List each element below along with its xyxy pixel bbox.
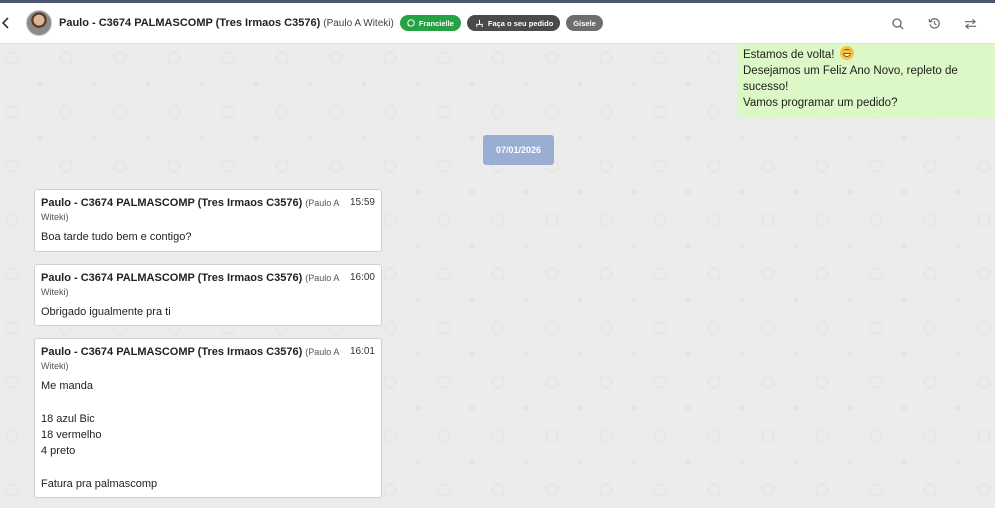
message-text: Boa tarde tudo bem e contigo? (41, 231, 192, 243)
contact-name: Paulo - C3674 PALMASCOMP (Tres Irmaos C3… (59, 17, 321, 29)
outgoing-line-1: Estamos de volta! (743, 49, 835, 61)
chat-header: Paulo - C3674 PALMASCOMP (Tres Irmaos C3… (0, 3, 995, 44)
history-icon (928, 18, 940, 29)
incoming-message: Paulo - C3674 PALMASCOMP (Tres Irmaos C3… (34, 264, 382, 326)
message-header: Paulo - C3674 PALMASCOMP (Tres Irmaos C3… (41, 271, 375, 299)
outgoing-line-2: Desejamos um Feliz Ano Novo, repleto de … (743, 65, 958, 93)
incoming-message: Paulo - C3674 PALMASCOMP (Tres Irmaos C3… (34, 189, 382, 252)
message-time: 16:00 (349, 272, 375, 283)
chevron-left-icon (1, 17, 9, 29)
history-button[interactable] (925, 15, 943, 33)
tag-label: Francielle (418, 18, 454, 28)
message-header: Paulo - C3674 PALMASCOMP (Tres Irmaos C3… (41, 345, 375, 373)
message-sender: Paulo - C3674 PALMASCOMP (Tres Irmaos C3… (41, 272, 303, 284)
message-sender: Paulo - C3674 PALMASCOMP (Tres Irmaos C3… (41, 197, 303, 209)
message-time: 16:01 (349, 346, 375, 357)
date-divider: 07/01/2026 (483, 135, 554, 165)
header-actions (889, 3, 979, 44)
tag-francielle[interactable]: Francielle (399, 15, 461, 31)
transfer-button[interactable] (961, 15, 979, 33)
search-button[interactable] (889, 15, 907, 33)
message-time: 15:59 (349, 197, 375, 208)
hierarchy-icon (476, 19, 483, 27)
whatsapp-icon (407, 19, 415, 27)
message-text: Obrigado igualmente pra ti (41, 306, 171, 318)
avatar[interactable] (26, 10, 52, 36)
contact-alias: (Paulo A Witeki) (323, 17, 394, 29)
incoming-message: Paulo - C3674 PALMASCOMP (Tres Irmaos C3… (34, 338, 382, 498)
chat-area[interactable]: Estamos de volta! Desejamos um Feliz Ano… (0, 44, 995, 508)
tag-label: Gisele (573, 18, 596, 28)
tag-label: Faça o seu pedido (487, 18, 554, 28)
outgoing-line-3: Vamos programar um pedido? (743, 97, 898, 109)
tag-gisele[interactable]: Gisele (566, 15, 603, 31)
message-sender: Paulo - C3674 PALMASCOMP (Tres Irmaos C3… (41, 346, 303, 358)
back-button[interactable] (0, 13, 10, 33)
message-text: Me manda 18 azul Bic 18 vermelho 4 preto… (41, 380, 158, 490)
message-header: Paulo - C3674 PALMASCOMP (Tres Irmaos C3… (41, 196, 375, 224)
tag-faca-o-seu-pedido[interactable]: Faça o seu pedido (466, 15, 561, 31)
grinning-face-icon (839, 46, 854, 60)
search-icon (892, 17, 904, 29)
outgoing-message: Estamos de volta! Desejamos um Feliz Ano… (737, 44, 995, 117)
transfer-icon (964, 18, 976, 29)
